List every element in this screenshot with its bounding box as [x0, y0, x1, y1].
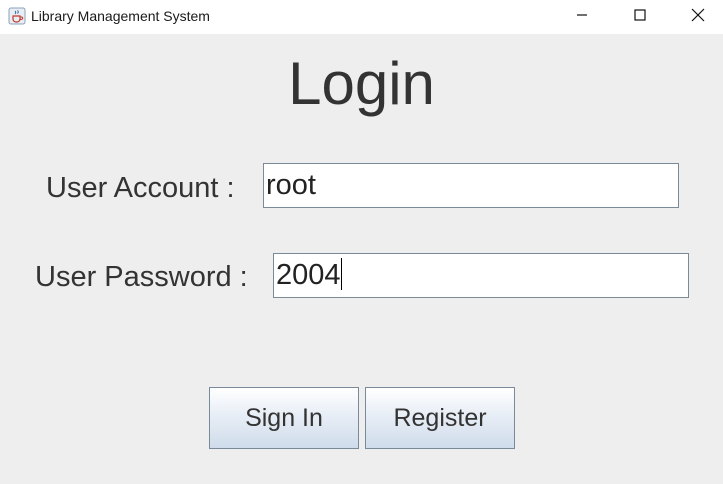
window-titlebar[interactable]: Library Management System — [0, 0, 723, 34]
sign-in-button[interactable]: Sign In — [209, 387, 359, 449]
sign-in-label: Sign In — [245, 403, 323, 432]
minimize-button[interactable] — [553, 0, 611, 34]
maximize-icon — [634, 8, 646, 26]
user-account-label: User Account : — [46, 172, 235, 204]
user-account-field[interactable]: root — [263, 163, 679, 208]
text-caret — [340, 258, 342, 290]
java-cup-icon — [8, 7, 26, 25]
register-button[interactable]: Register — [365, 387, 515, 449]
close-icon — [691, 8, 705, 27]
page-title: Login — [288, 50, 435, 117]
user-password-field[interactable]: 2004 — [273, 253, 689, 298]
close-button[interactable] — [669, 0, 723, 34]
register-label: Register — [393, 403, 487, 432]
login-panel: Login User Account : root User Password … — [0, 34, 723, 484]
user-account-value: root — [266, 169, 316, 201]
user-password-value: 2004 — [276, 259, 341, 291]
window-title: Library Management System — [31, 8, 210, 24]
user-password-label: User Password : — [35, 261, 248, 293]
minimize-icon — [576, 8, 588, 26]
maximize-button[interactable] — [611, 0, 669, 34]
